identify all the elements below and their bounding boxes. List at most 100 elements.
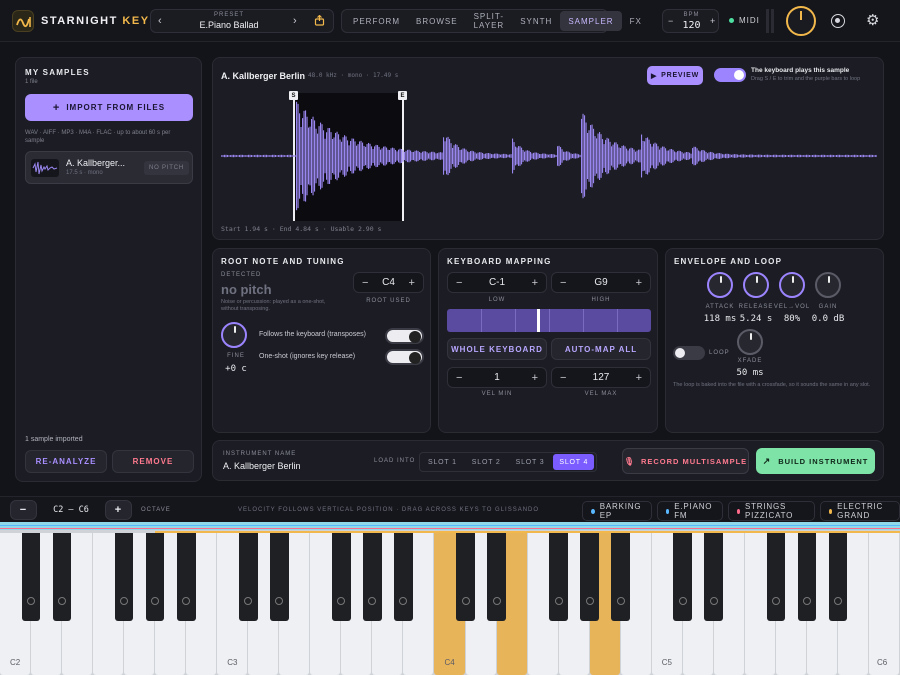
attack-knob[interactable] — [707, 272, 733, 298]
key-range-bar[interactable] — [447, 309, 651, 332]
vel-max-stepper[interactable]: −127 + — [551, 367, 651, 388]
master-volume-knob[interactable] — [786, 6, 816, 36]
root-note-stepper[interactable]: − C4 + — [353, 272, 424, 293]
velocity-volume-knob[interactable] — [779, 272, 805, 298]
black-key[interactable] — [176, 533, 196, 621]
auto-map-button[interactable]: AUTO-MAP ALL — [551, 338, 651, 360]
waveform-bar — [224, 154, 226, 158]
waveform-bar — [237, 155, 239, 157]
waveform-bar — [641, 134, 643, 178]
waveform-bar — [519, 146, 521, 166]
black-key[interactable] — [766, 533, 786, 621]
octave-range: C2 — C6 — [53, 505, 89, 515]
quick-preset-button[interactable]: E.PIANO FM — [656, 501, 723, 521]
share-icon[interactable] — [314, 14, 325, 29]
waveform-sample-name: A. Kallberger Berlin — [221, 71, 306, 81]
waveform-bar — [558, 145, 560, 167]
black-key[interactable] — [797, 533, 817, 621]
fine-tune-knob[interactable] — [221, 322, 247, 348]
tab-fx[interactable]: FX — [622, 11, 650, 31]
black-key[interactable] — [394, 533, 413, 621]
octave-label: C4 — [444, 658, 455, 667]
tab-sampler[interactable]: SAMPLER — [560, 11, 622, 31]
waveform-bar — [557, 146, 559, 166]
black-key[interactable] — [487, 533, 506, 621]
black-key[interactable] — [580, 533, 599, 621]
sample-name: A. Kallberger... — [66, 158, 126, 168]
black-key[interactable] — [611, 533, 630, 621]
waveform-bar — [339, 139, 341, 173]
black-key[interactable] — [270, 533, 289, 621]
waveform-bar — [426, 152, 428, 160]
black-key[interactable] — [145, 533, 165, 621]
waveform-bar — [272, 154, 274, 158]
preset-next-icon[interactable]: › — [293, 15, 297, 27]
slot-3-button[interactable]: SLOT 3 — [510, 454, 551, 470]
preset-selector[interactable]: ‹ PRESET E.Piano Ballad › — [150, 9, 334, 33]
tab-synth[interactable]: SYNTH — [512, 11, 560, 31]
oneshot-toggle[interactable] — [385, 349, 424, 365]
tab-split-layer[interactable]: SPLIT-LAYER — [466, 11, 513, 31]
preview-button[interactable]: ▶ PREVIEW — [647, 66, 703, 85]
waveform-bar — [785, 154, 787, 158]
bpm-control[interactable]: − BPM 120 + — [662, 9, 719, 33]
waveform-bar — [360, 140, 362, 172]
build-instrument-button[interactable]: ↗ BUILD INSTRUMENT — [756, 448, 875, 474]
follow-keyboard-toggle[interactable] — [385, 328, 424, 344]
slot-2-button[interactable]: SLOT 2 — [466, 454, 507, 470]
waveform-bar — [438, 152, 440, 160]
black-key[interactable] — [549, 533, 568, 621]
waveform-bar — [459, 149, 461, 163]
xfade-knob[interactable] — [737, 329, 763, 355]
black-key[interactable] — [332, 533, 351, 621]
black-key[interactable] — [114, 533, 134, 621]
piano-keyboard[interactable]: C2 C3 C4 C5 C6 — [0, 522, 900, 675]
black-key[interactable] — [456, 533, 475, 621]
black-key[interactable] — [21, 533, 41, 621]
waveform-bar — [294, 154, 296, 158]
tab-browse[interactable]: BROWSE — [408, 11, 466, 31]
waveform-bar — [234, 154, 236, 158]
high-key-stepper[interactable]: − G9 + — [551, 272, 651, 293]
whole-keyboard-button[interactable]: WHOLE KEYBOARD — [447, 338, 547, 360]
slot-4-button[interactable]: SLOT 4 — [553, 454, 595, 470]
record-icon[interactable] — [831, 14, 845, 28]
instrument-name-value[interactable]: A. Kallberger Berlin — [223, 461, 301, 471]
low-key-stepper[interactable]: − C-1 + — [447, 272, 547, 293]
black-key[interactable] — [673, 533, 693, 621]
black-key[interactable] — [238, 533, 258, 621]
waveform-display[interactable]: S E — [221, 91, 877, 221]
remove-button[interactable]: REMOVE — [112, 450, 194, 473]
reanalyze-button[interactable]: RE-ANALYZE — [25, 450, 107, 473]
loop-toggle[interactable] — [673, 346, 705, 360]
black-key[interactable] — [52, 533, 72, 621]
black-key[interactable] — [704, 533, 724, 621]
octave-up-button[interactable]: + — [105, 500, 132, 520]
black-key[interactable] — [828, 533, 848, 621]
tab-perform[interactable]: PERFORM — [345, 11, 408, 31]
waveform-bar — [747, 154, 749, 158]
import-button[interactable]: + IMPORT FROM FILES — [25, 94, 193, 121]
sample-list-item[interactable]: A. Kallberger... 17.5 s · mono NO PITCH — [25, 151, 193, 184]
waveform-bar — [723, 154, 725, 158]
quick-preset-button[interactable]: ELECTRIC GRAND — [819, 501, 900, 521]
waveform-bar — [737, 154, 739, 158]
keyboard-plays-toggle[interactable] — [714, 68, 746, 82]
vel-min-stepper[interactable]: −1 + — [447, 367, 547, 388]
gain-knob[interactable] — [815, 272, 841, 298]
waveform-bar — [381, 148, 383, 164]
quick-preset-button[interactable]: STRINGS PIZZICATO — [727, 501, 815, 521]
quick-preset-button[interactable]: BARKING EP — [582, 501, 652, 521]
black-key[interactable] — [363, 533, 382, 621]
gear-icon[interactable]: ⚙ — [866, 13, 879, 28]
white-key[interactable] — [868, 533, 899, 675]
waveform-bar — [761, 154, 763, 158]
oneshot-label: One-shot (ignores key release) — [259, 353, 356, 360]
slot-1-button[interactable]: SLOT 1 — [422, 454, 463, 470]
waveform-bar — [587, 132, 589, 180]
waveform-bar — [707, 153, 709, 159]
release-knob[interactable] — [743, 272, 769, 298]
record-multisample-button[interactable]: 🎙 RECORD MULTISAMPLE — [622, 448, 749, 474]
waveform-bar — [282, 154, 284, 158]
octave-down-button[interactable]: − — [10, 500, 37, 520]
